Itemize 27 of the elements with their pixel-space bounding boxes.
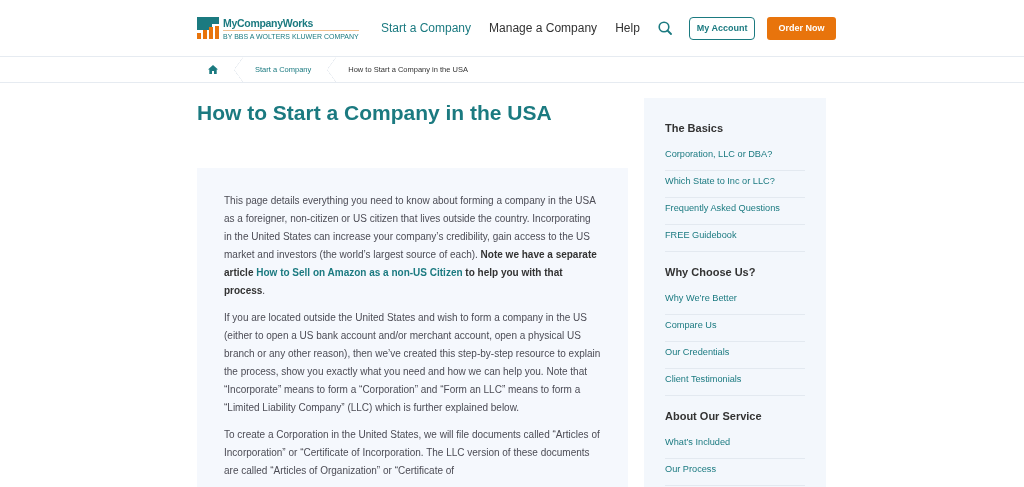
sidebar-link[interactable]: Our Credentials — [665, 342, 805, 369]
paragraph: If you are located outside the United States and wish to form a company in the US (either to open a US bank account and/or merchant account, open a physical US branch or any other reason), then we’ve created this step-by-step resource to explain the process, show you exactly what you need and how we can help you. Note that “Incorporate” means to form a “Corporation” and “Form an LLC” means to form a “Limited Liability Company” (LLC) which is further explained below. — [224, 311, 601, 415]
page-title: How to Start a Company in the USA — [197, 101, 553, 126]
sidebar-link[interactable]: Client Testimonials — [665, 369, 805, 396]
article-link[interactable]: How to Sell on Amazon as a non-US Citizen — [256, 267, 463, 278]
sidebar-heading: Why Choose Us? — [665, 265, 757, 280]
sidebar-heading: About Our Service — [665, 409, 763, 424]
logo-icon[interactable] — [197, 17, 219, 39]
search-icon[interactable] — [657, 21, 672, 35]
sidebar-link[interactable]: Corporation, LLC or DBA? — [665, 144, 805, 171]
sidebar-heading: The Basics — [665, 121, 725, 136]
sidebar-link[interactable]: Frequently Asked Questions — [665, 198, 805, 225]
order-now-button[interactable]: Order Now — [767, 16, 836, 40]
nav-link[interactable]: Help — [615, 21, 640, 35]
paragraph: This page details everything you need to know about forming a company in the USA as a foreigner, non-citizen or US citizen that lives outside the country. Incorporating in the United States can increase your company’s credibility, gain access to the US market and investors (the world’s largest source of each). Note we have a separate article How to Sell on Amazon as a non-US Citizen to help you with that process. — [224, 194, 598, 298]
sidebar-link[interactable]: Compare Us — [665, 315, 805, 342]
paragraph: To create a Corporation in the United States, we will file documents called “Articles of Incorporation” or “Certificate of Incorporation. The LLC version of these documents are called “Articles of Organization” or “Certificate of — [224, 428, 601, 478]
logo-wordmark[interactable]: MyCompanyWorks — [223, 16, 359, 29]
sidebar-link[interactable]: Why We’re Better — [665, 288, 805, 315]
sidebar-link[interactable]: FREE Guidebook — [665, 225, 805, 252]
nav-link[interactable]: Manage a Company — [489, 21, 598, 35]
home-icon[interactable] — [208, 65, 218, 74]
sidebar-link[interactable]: Which State to Inc or LLC? — [665, 171, 805, 198]
my-account-button[interactable]: My Account — [688, 16, 756, 40]
sidebar-link[interactable]: Our Process — [665, 459, 805, 486]
nav-link[interactable]: Start a Company — [381, 21, 472, 35]
sidebar-link[interactable]: What’s Included — [665, 432, 805, 459]
